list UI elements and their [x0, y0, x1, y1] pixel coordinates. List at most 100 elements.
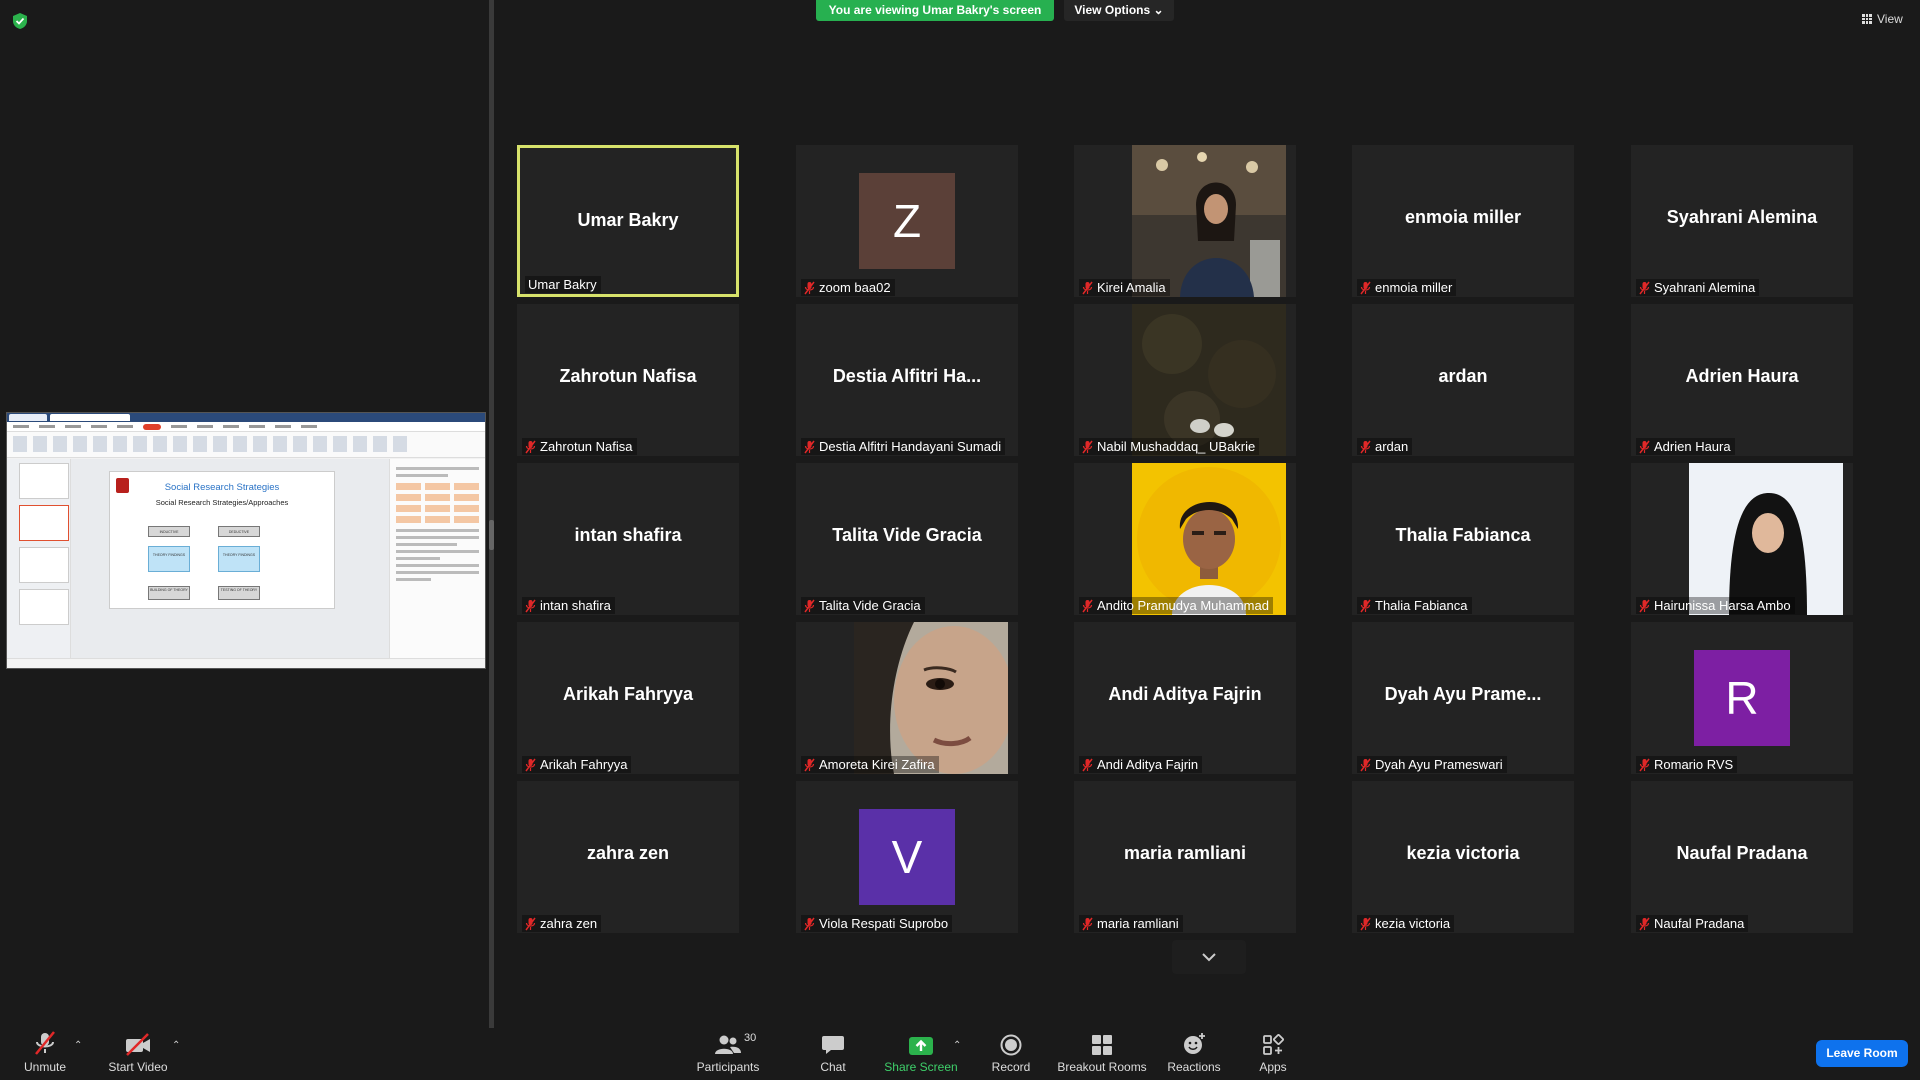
participant-name: enmoia miller — [1375, 280, 1453, 295]
slide-canvas: Social Research Strategies Social Resear… — [71, 459, 389, 658]
participant-tile[interactable]: Talita Vide Gracia Talita Vide Gracia — [796, 463, 1018, 615]
participant-display-name: maria ramliani — [1123, 843, 1247, 863]
participant-photo — [1132, 145, 1286, 297]
video-options-caret[interactable]: ⌃ — [172, 1040, 180, 1051]
theory-findings-box: THEORY FINDINGS — [218, 546, 260, 572]
share-screen-label: Share Screen — [884, 1060, 958, 1074]
participant-name: Syahrani Alemina — [1654, 280, 1756, 295]
participant-avatar: Z — [859, 173, 955, 269]
shared-tabbar — [7, 413, 485, 422]
participant-display-name: Naufal Pradana — [1676, 843, 1808, 863]
shared-statusbar — [7, 658, 485, 668]
participant-tile[interactable]: Adrien Haura Adrien Haura — [1631, 304, 1853, 456]
participant-tile[interactable]: Zahrotun Nafisa Zahrotun Nafisa — [517, 304, 739, 456]
participant-tile[interactable]: Dyah Ayu Prame... Dyah Ayu Prameswari — [1352, 622, 1574, 774]
participant-name: Andi Aditya Fajrin — [1097, 757, 1199, 772]
participant-display-name: kezia victoria — [1406, 843, 1520, 863]
participant-tile[interactable]: ardan ardan — [1352, 304, 1574, 456]
participant-name-label: Thalia Fabianca — [1357, 597, 1472, 614]
participant-tile[interactable]: enmoia miller enmoia miller — [1352, 145, 1574, 297]
leave-room-button[interactable]: Leave Room — [1816, 1040, 1908, 1067]
slide-thumbnail — [19, 589, 69, 625]
grid-view-icon — [1862, 14, 1872, 24]
share-screen-icon — [909, 1037, 933, 1055]
participant-tile[interactable]: R Romario RVS — [1631, 622, 1853, 774]
participant-tile[interactable]: Andi Aditya Fajrin Andi Aditya Fajrin — [1074, 622, 1296, 774]
participant-name: Talita Vide Gracia — [819, 598, 921, 613]
record-icon — [1000, 1034, 1022, 1056]
participant-tile[interactable]: intan shafira intan shafira — [517, 463, 739, 615]
microphone-muted-icon — [1082, 599, 1093, 612]
participant-name-label: Dyah Ayu Prameswari — [1357, 756, 1507, 773]
view-options-button[interactable]: View Options ⌄ — [1064, 0, 1174, 21]
participant-tile[interactable]: Arikah Fahryya Arikah Fahryya — [517, 622, 739, 774]
unmute-button[interactable]: Unmute — [20, 1030, 70, 1080]
reactions-label: Reactions — [1167, 1060, 1221, 1074]
participant-name: zoom baa02 — [819, 280, 891, 295]
participant-tile[interactable]: Nabil Mushaddaq_ UBakrie — [1074, 304, 1296, 456]
participant-name: Nabil Mushaddaq_ UBakrie — [1097, 439, 1256, 454]
participants-icon — [715, 1035, 741, 1054]
participant-tile[interactable]: zahra zen zahra zen — [517, 781, 739, 933]
participant-tile[interactable]: maria ramliani maria ramliani — [1074, 781, 1296, 933]
slide-title: Social Research Strategies — [164, 482, 280, 493]
share-options-caret[interactable]: ⌃ — [953, 1040, 961, 1051]
shared-screen-view[interactable]: Social Research Strategies Social Resear… — [6, 412, 486, 669]
reactions-button[interactable]: Reactions — [1164, 1030, 1224, 1080]
participant-name: Thalia Fabianca — [1375, 598, 1468, 613]
participant-name-label: zahra zen — [522, 915, 602, 932]
participant-tile[interactable]: Syahrani Alemina Syahrani Alemina — [1631, 145, 1853, 297]
next-page-button[interactable] — [1172, 940, 1246, 974]
participant-tile[interactable]: Amoreta Kirei Zafira — [796, 622, 1018, 774]
viewing-screen-banner: You are viewing Umar Bakry's screen — [816, 0, 1054, 21]
participant-display-name: Arikah Fahryya — [562, 684, 694, 704]
participant-tile[interactable]: kezia victoria kezia victoria — [1352, 781, 1574, 933]
participant-display-name: intan shafira — [574, 525, 682, 545]
security-shield-icon[interactable] — [12, 12, 28, 30]
participant-tile[interactable]: Zzoom baa02 — [796, 145, 1018, 297]
participant-tile[interactable]: Umar Bakry Umar Bakry — [517, 145, 739, 297]
panel-divider[interactable] — [489, 0, 494, 1028]
microphone-muted-icon — [1360, 440, 1371, 453]
chevron-down-icon — [1202, 953, 1216, 962]
microphone-muted-icon — [1082, 917, 1093, 930]
microphone-muted-icon — [525, 917, 536, 930]
chevron-down-icon: ⌄ — [1153, 3, 1164, 17]
participant-tile[interactable]: Thalia Fabianca Thalia Fabianca — [1352, 463, 1574, 615]
unmute-label: Unmute — [23, 1060, 67, 1074]
participant-name: Umar Bakry — [528, 277, 597, 292]
participant-tile[interactable]: Andito Pramudya Muhammad — [1074, 463, 1296, 615]
participant-tile[interactable]: Naufal Pradana Naufal Pradana — [1631, 781, 1853, 933]
video-off-icon — [126, 1033, 150, 1056]
slide-subtitle: Social Research Strategies/Approaches — [155, 498, 289, 507]
start-video-button[interactable]: Start Video — [106, 1030, 170, 1080]
theory-findings-box: THEORY FINDINGS — [148, 546, 190, 572]
share-screen-button[interactable]: Share Screen — [884, 1030, 958, 1080]
participant-tile[interactable]: Destia Alfitri Ha... Destia Alfitri Handa… — [796, 304, 1018, 456]
participant-display-name: Umar Bakry — [577, 210, 679, 230]
participant-name-label: Hairunissa Harsa Ambo — [1636, 597, 1795, 614]
participant-photo — [1689, 463, 1843, 615]
breakout-rooms-button[interactable]: Breakout Rooms — [1056, 1030, 1148, 1080]
participant-name-label: Romario RVS — [1636, 756, 1738, 773]
divider-grip[interactable] — [489, 520, 494, 550]
microphone-muted-icon — [1082, 440, 1093, 453]
participant-tile[interactable]: Kirei Amalia — [1074, 145, 1296, 297]
participant-avatar: V — [859, 809, 955, 905]
chat-label: Chat — [820, 1060, 846, 1074]
microphone-muted-icon — [1639, 758, 1650, 771]
apps-button[interactable]: Apps — [1248, 1030, 1298, 1080]
participant-name: kezia victoria — [1375, 916, 1451, 931]
participant-display-name: Dyah Ayu Prame... — [1384, 684, 1542, 704]
view-button[interactable]: View — [1862, 12, 1903, 26]
audio-options-caret[interactable]: ⌃ — [74, 1040, 82, 1051]
record-button[interactable]: Record — [986, 1030, 1036, 1080]
participant-tile[interactable]: Hairunissa Harsa Ambo — [1631, 463, 1853, 615]
view-options-label: View Options — [1074, 3, 1151, 17]
participant-name-label: Nabil Mushaddaq_ UBakrie — [1079, 438, 1260, 455]
slide: Social Research Strategies Social Resear… — [109, 471, 335, 609]
participant-tile[interactable]: V Viola Respati Suprobo — [796, 781, 1018, 933]
participant-name: Destia Alfitri Handayani Sumadi — [819, 439, 1002, 454]
chat-button[interactable]: Chat — [808, 1030, 858, 1080]
participant-name-label: Naufal Pradana — [1636, 915, 1749, 932]
